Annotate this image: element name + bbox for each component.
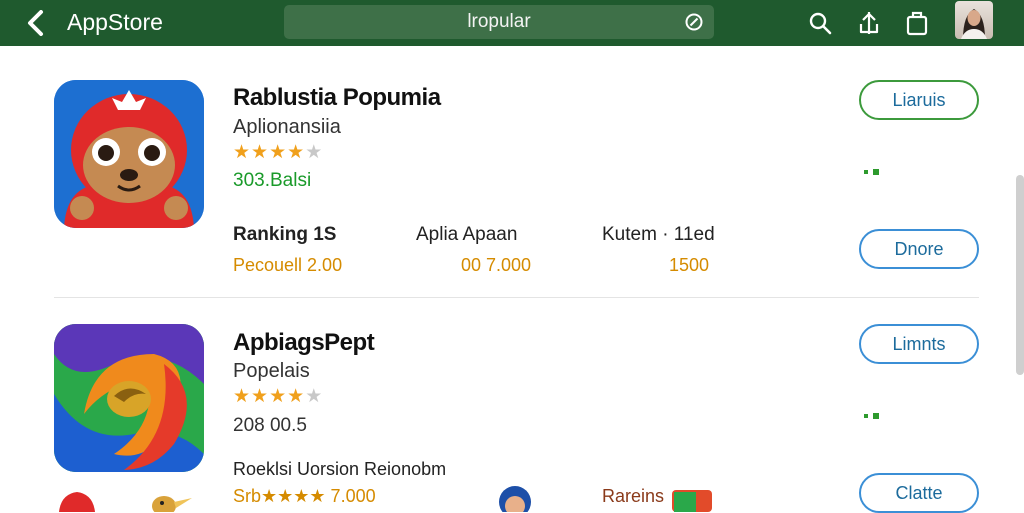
app-icon-1[interactable]	[54, 80, 204, 228]
clear-icon[interactable]	[684, 12, 704, 32]
star-icon: ★	[251, 386, 270, 407]
app-action-button[interactable]: Clatte	[859, 473, 979, 513]
top-bar: AppStore lropular	[0, 0, 1024, 46]
app-name[interactable]: Rablustia Popumia	[233, 84, 441, 112]
stat-label: Ranking 1S	[233, 224, 337, 245]
mascot-icon	[54, 80, 204, 228]
avatar[interactable]	[955, 1, 993, 39]
stat-label: Aplia Apaan	[416, 224, 518, 245]
partial-app-icon[interactable]	[672, 490, 712, 512]
person-icon	[499, 486, 531, 512]
stat-label: Kutem · 11ed	[602, 224, 715, 245]
stat-value: 00 7.000	[461, 255, 532, 275]
status-dot-icon	[864, 169, 879, 175]
status-dot-icon	[864, 413, 879, 419]
review-count: 208 00.5	[233, 415, 307, 436]
star-icon: ★	[269, 386, 288, 407]
app-action-button[interactable]: Limnts	[859, 324, 979, 364]
search-value: lropular	[467, 11, 531, 32]
app-action-button[interactable]: Liaruis	[859, 80, 979, 120]
app-subtitle: Aplionansiia	[233, 116, 341, 138]
app-name[interactable]: ApbiagsPept	[233, 329, 375, 357]
star-icon: ★	[305, 142, 324, 163]
stat-label: Roeklsi Uorsion Reionobm	[233, 459, 447, 479]
star-icon: ★	[233, 142, 252, 163]
stat-label: Rareins	[602, 486, 665, 506]
back-button[interactable]	[20, 7, 52, 39]
bag-button[interactable]	[902, 8, 932, 38]
user-photo-icon	[961, 9, 987, 39]
bird-icon	[152, 496, 192, 512]
share-icon	[859, 12, 879, 34]
swirl-logo-icon	[54, 324, 204, 472]
search-button[interactable]	[805, 8, 835, 38]
review-count: 303.Balsi	[233, 170, 312, 191]
app-action-button[interactable]: Dnore	[859, 229, 979, 269]
stat-value: Srb★★★★ 7.000	[233, 486, 376, 506]
app-subtitle: Popelais	[233, 360, 310, 382]
stat-value: Pecouell 2.00	[233, 255, 343, 275]
app-title: AppStore	[67, 9, 163, 35]
scrollbar[interactable]	[1016, 175, 1024, 375]
star-icon: ★	[251, 142, 270, 163]
star-icon: ★	[269, 142, 288, 163]
rating-stars: ★★★★★	[233, 385, 323, 408]
app-icon-2[interactable]	[54, 324, 204, 472]
rating-stars: ★★★★★	[233, 141, 323, 164]
partial-app-icon[interactable]	[55, 490, 99, 512]
stat-value: 1500	[669, 255, 710, 275]
star-icon: ★	[305, 386, 324, 407]
star-icon: ★	[287, 142, 306, 163]
chevron-left-icon	[28, 10, 43, 36]
search-icon	[809, 12, 832, 35]
share-button[interactable]	[854, 8, 884, 38]
search-input[interactable]: lropular	[284, 5, 714, 39]
star-icon: ★	[233, 386, 252, 407]
star-icon: ★	[287, 386, 306, 407]
shopping-bag-icon	[906, 11, 928, 36]
divider	[54, 297, 979, 298]
